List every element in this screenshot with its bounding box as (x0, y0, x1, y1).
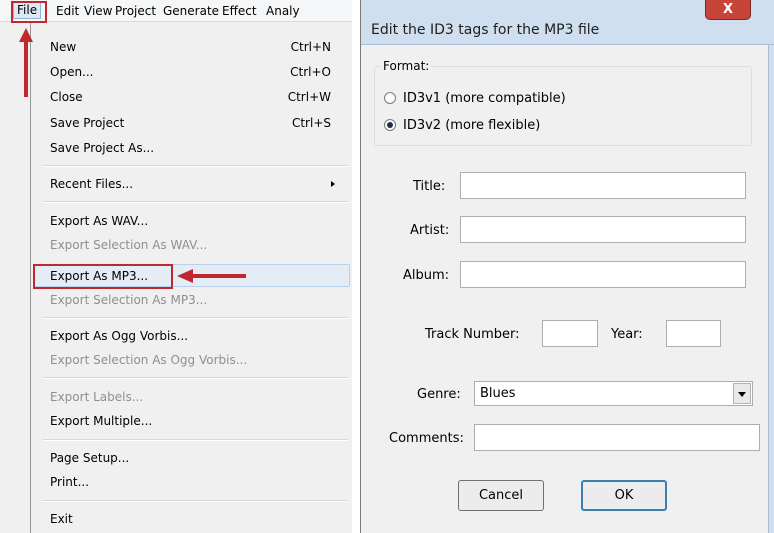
menu-item-export-selection-ogg: Export Selection As Ogg Vorbis... (31, 349, 352, 371)
track-number-label: Track Number: (425, 327, 520, 342)
menu-item-label: Print... (50, 475, 90, 489)
left-arrow-shaft (192, 274, 246, 278)
artist-input[interactable] (460, 216, 746, 243)
submenu-arrow-icon (331, 181, 335, 187)
radio-button-selected[interactable] (384, 118, 396, 131)
radio-id3v1[interactable]: ID3v1 (more compatible) (384, 91, 566, 107)
menu-item-recent-files[interactable]: Recent Files... (31, 173, 352, 195)
format-legend: Format: (381, 59, 432, 73)
format-group: Format: ID3v1 (more compatible) ID3v2 (m… (374, 59, 752, 146)
export-mp3-highlight-box (33, 264, 173, 289)
dialog-titlebar: Edit the ID3 tags for the MP3 file X (361, 0, 774, 45)
panel-divider (352, 0, 360, 533)
radio-label: ID3v2 (more flexible) (403, 118, 541, 133)
menu-item-label: Export Selection As Ogg Vorbis... (50, 353, 248, 367)
menu-item-export-multiple[interactable]: Export Multiple... (31, 410, 352, 432)
menu-item-page-setup[interactable]: Page Setup... (31, 447, 352, 469)
menu-item-label: Open... (50, 65, 94, 79)
genre-select[interactable]: Blues (474, 381, 753, 406)
artist-label: Artist: (410, 223, 450, 238)
track-number-input[interactable] (542, 320, 598, 347)
menu-item-exit[interactable]: Exit (31, 508, 352, 530)
menu-item-label: Save Project As... (50, 141, 155, 155)
comments-label: Comments: (389, 431, 464, 446)
menu-item-save-project-as[interactable]: Save Project As... (31, 137, 352, 159)
year-input[interactable] (666, 320, 721, 347)
menu-generate[interactable]: Generate (163, 3, 219, 20)
cancel-button[interactable]: Cancel (458, 480, 544, 511)
menu-separator (43, 377, 348, 379)
menu-item-label: Close (50, 90, 83, 104)
menu-item-label: Export As WAV... (50, 214, 149, 228)
album-label: Album: (403, 268, 450, 283)
dialog-frame (768, 45, 774, 533)
album-input[interactable] (460, 261, 746, 288)
menu-item-shortcut: Ctrl+W (287, 90, 331, 104)
menu-item-label: Export Selection As MP3... (50, 293, 208, 307)
up-arrow-icon (19, 28, 33, 42)
menu-item-label: Exit (50, 512, 73, 526)
menu-bar: File Edit View Project Generate Effect A… (0, 0, 352, 22)
menu-item-close[interactable]: Close Ctrl+W (31, 86, 352, 108)
menu-item-export-selection-mp3: Export Selection As MP3... (31, 289, 352, 311)
menu-item-label: Export Selection As WAV... (50, 238, 208, 252)
menu-item-shortcut: Ctrl+S (291, 116, 331, 130)
menu-edit[interactable]: Edit (56, 3, 79, 20)
year-label: Year: (611, 327, 643, 342)
menu-separator (43, 317, 348, 319)
title-input[interactable] (460, 172, 746, 199)
menu-item-export-wav[interactable]: Export As WAV... (31, 210, 352, 232)
audacity-window: File Edit View Project Generate Effect A… (0, 0, 352, 533)
menu-item-export-ogg[interactable]: Export As Ogg Vorbis... (31, 325, 352, 347)
menu-item-label: Save Project (50, 116, 125, 130)
menu-view[interactable]: View (84, 3, 112, 20)
menu-item-label: Export As Ogg Vorbis... (50, 329, 189, 343)
left-arrow-icon (177, 269, 193, 283)
title-label: Title: (413, 179, 446, 194)
menu-project[interactable]: Project (115, 3, 156, 20)
menu-separator (43, 201, 348, 203)
menu-separator (43, 439, 348, 441)
menu-item-label: Export Multiple... (50, 414, 153, 428)
close-icon[interactable]: X (705, 0, 751, 20)
comments-input[interactable] (474, 424, 760, 451)
genre-label: Genre: (417, 387, 461, 402)
chevron-down-icon[interactable] (733, 383, 751, 404)
menu-item-save-project[interactable]: Save Project Ctrl+S (31, 112, 352, 134)
menu-item-label: Export Labels... (50, 390, 144, 404)
radio-id3v2[interactable]: ID3v2 (more flexible) (384, 118, 540, 134)
menu-analyze[interactable]: Analy (266, 3, 300, 20)
menu-separator (43, 500, 348, 502)
radio-button[interactable] (384, 91, 396, 104)
menu-item-new[interactable]: New Ctrl+N (31, 36, 352, 58)
menu-item-export-selection-wav: Export Selection As WAV... (31, 234, 352, 256)
menu-item-label: New (50, 40, 77, 54)
menu-item-print[interactable]: Print... (31, 471, 352, 493)
genre-selected-value: Blues (480, 386, 516, 401)
radio-label: ID3v1 (more compatible) (403, 91, 566, 106)
menu-item-label: Page Setup... (50, 451, 130, 465)
menu-item-export-labels: Export Labels... (31, 386, 352, 408)
menu-separator (43, 165, 348, 167)
id3-dialog: Edit the ID3 tags for the MP3 file X For… (360, 0, 774, 533)
ok-button[interactable]: OK (581, 480, 667, 511)
dialog-title: Edit the ID3 tags for the MP3 file (371, 22, 600, 38)
file-highlight-box (11, 1, 47, 23)
menu-item-shortcut: Ctrl+O (290, 65, 331, 79)
menu-effect[interactable]: Effect (222, 3, 257, 20)
menu-item-label: Recent Files... (50, 177, 134, 191)
menu-item-open[interactable]: Open... Ctrl+O (31, 61, 352, 83)
menu-item-shortcut: Ctrl+N (290, 40, 331, 54)
up-arrow-shaft (24, 41, 28, 97)
